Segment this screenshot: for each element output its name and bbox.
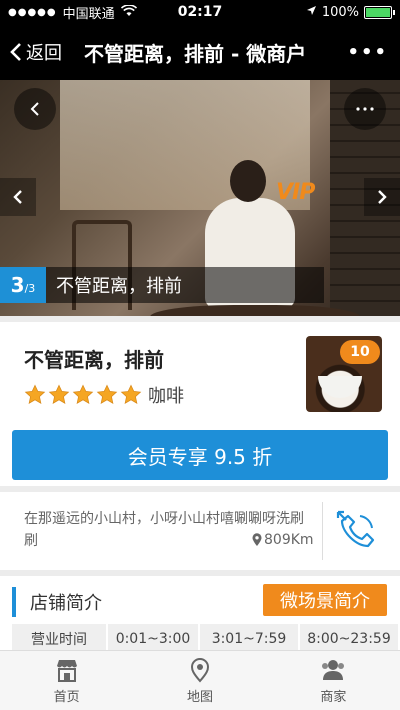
phone-call-button[interactable] [334,508,380,554]
micro-scene-button[interactable]: 微场景简介 [263,584,387,616]
map-pin-icon [252,533,262,546]
address-divider [322,502,323,560]
chevron-left-icon [13,190,22,204]
star-rating: 咖啡 [24,382,184,408]
star-icon [72,384,94,404]
star-icon [24,384,46,404]
map-pin-icon [190,657,209,683]
carousel-back-button[interactable] [14,88,56,130]
carousel-prev-button[interactable] [0,178,36,216]
star-icon [120,384,142,404]
battery-percent: 100% [321,4,359,20]
page-title: 不管距离，排前 - 微商户 [84,41,307,66]
nav-bar: 返回 不管距离，排前 - 微商户 ••• [0,24,400,80]
tab-merchants[interactable]: 商家 [267,651,400,710]
distance: 809Km [252,532,314,548]
tab-map[interactable]: 地图 [133,651,266,710]
carousel-total: /3 [24,282,36,295]
star-icon [48,384,70,404]
hero-photo-table [150,305,360,316]
shop-name: 不管距离，排前 [24,348,164,372]
chevron-left-icon [30,102,39,116]
chevron-right-icon [378,190,387,204]
ellipsis-icon [356,107,374,111]
bottom-tab-bar: 首页 地图 商家 [0,650,400,710]
back-button[interactable]: 返回 [0,39,84,65]
back-label: 返回 [26,43,62,64]
shop-thumbnail[interactable]: 10 [306,336,382,412]
phone-icon [336,510,375,548]
battery-fill [366,7,390,17]
section-heading: 店铺简介 [12,586,102,618]
vip-badge: VIP [276,180,315,205]
heading-accent-bar [12,587,16,617]
tab-home-label: 首页 [53,689,80,705]
member-discount-button[interactable]: 会员专享 9.5 折 [12,430,388,480]
more-button[interactable]: ••• [347,42,388,63]
shop-info-card: 不管距离，排前 咖啡 10 会员专享 9.5 折 [0,322,400,486]
section-heading-label: 店铺简介 [30,593,102,614]
star-icon [96,384,118,404]
distance-value: 809Km [264,532,314,548]
users-icon [322,659,345,680]
location-arrow-icon [306,5,317,20]
status-bar: ●●●●● 中国联通 02:17 100% [0,0,400,24]
signal-icon: ●●●●● [8,6,57,18]
tab-map-label: 地图 [186,689,213,705]
store-icon [56,659,77,682]
address-card: 在那遥远的小山村，小呀小山村嘻唰唰呀洗刷刷 809Km [0,492,400,570]
thumbnail-badge: 10 [340,340,380,364]
tab-home[interactable]: 首页 [0,651,133,710]
carousel-more-button[interactable] [344,88,386,130]
carousel-current: 3 [10,273,25,297]
carousel-next-button[interactable] [364,178,400,216]
shop-category: 咖啡 [148,386,184,407]
coffee-cup-icon [318,376,362,398]
battery-icon [364,5,395,19]
carousel-caption-text: 不管距离，排前 [56,276,182,297]
carousel-counter: 3 /3 [0,267,46,303]
wifi-icon [120,3,137,20]
tab-merchants-label: 商家 [320,689,347,705]
chevron-left-icon [10,43,21,61]
carousel-caption: 3 /3 不管距离，排前 [0,267,324,303]
carrier-label: 中国联通 [62,6,115,22]
